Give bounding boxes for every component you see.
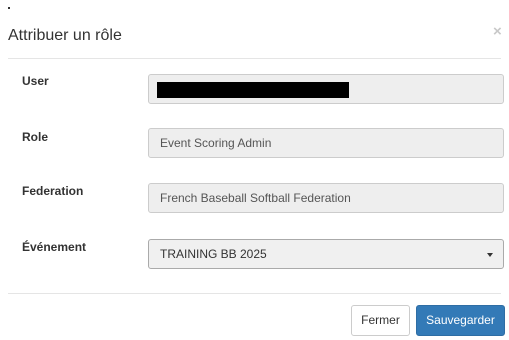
redaction-block (157, 82, 349, 98)
federation-label: Federation (22, 184, 84, 198)
close-icon[interactable]: × (493, 24, 502, 39)
federation-value: French Baseball Softball Federation (160, 191, 351, 205)
footer-divider (8, 293, 501, 294)
event-label: Événement (22, 240, 87, 254)
user-field (148, 74, 504, 104)
role-value: Event Scoring Admin (160, 136, 272, 150)
save-button[interactable]: Sauvegarder (416, 305, 505, 336)
dialog-title: Attribuer un rôle (8, 27, 122, 44)
event-selected-value: TRAINING BB 2025 (160, 247, 267, 261)
user-label: User (22, 74, 49, 88)
federation-field: French Baseball Softball Federation (148, 183, 504, 213)
caret-down-icon (487, 253, 493, 257)
corner-mark (8, 7, 10, 9)
role-label: Role (22, 130, 49, 144)
close-button[interactable]: Fermer (351, 305, 410, 336)
role-field: Event Scoring Admin (148, 128, 504, 158)
header-divider (8, 58, 501, 59)
event-select[interactable]: TRAINING BB 2025 (148, 239, 504, 269)
